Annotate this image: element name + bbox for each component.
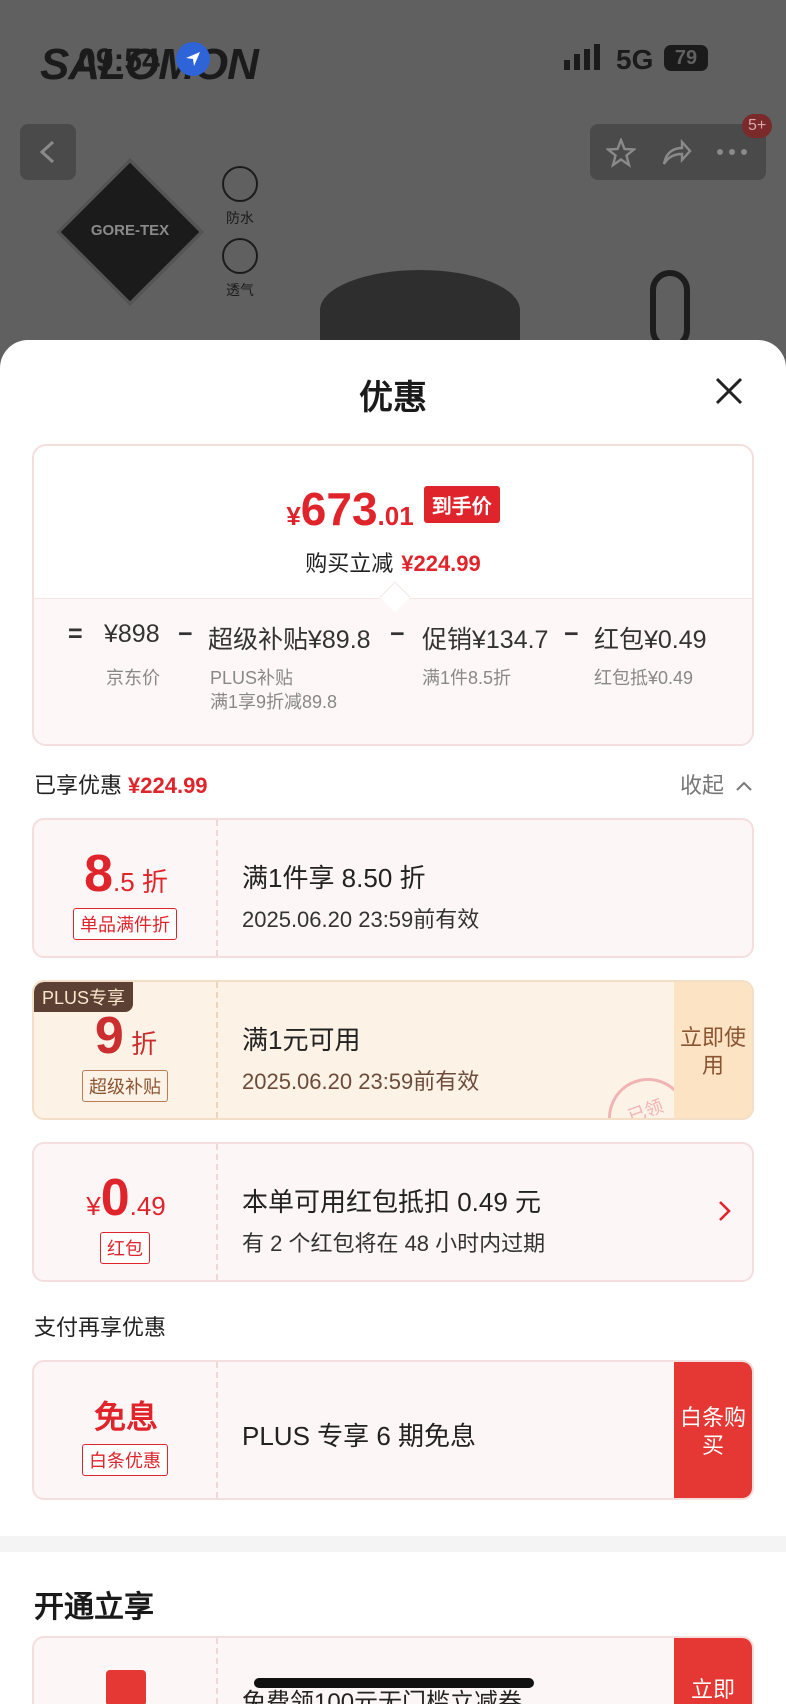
enjoyed-label: 已享优惠 xyxy=(34,773,123,798)
coupon-amount: 9 折 xyxy=(34,1006,218,1066)
formula-base-price: ¥898 xyxy=(104,620,160,648)
subsidy-sub-1: PLUS补贴 xyxy=(210,668,294,688)
price-summary-card: ¥673.01 到手价 购买立减 ¥224.99 = ¥898 − 超级补贴¥89.… xyxy=(32,444,754,746)
chevron-up-icon xyxy=(736,781,752,791)
sheet-title: 优惠 xyxy=(359,379,427,417)
final-price-tag: 到手价 xyxy=(423,486,500,523)
baitiao-buy-button[interactable]: 白条购买 xyxy=(674,1362,752,1498)
breathable-icon xyxy=(222,238,258,274)
subsidy-sub-2: 满1享9折减89.8 xyxy=(210,692,338,712)
coupon-type-tag: 白条优惠 xyxy=(82,1444,168,1476)
coupon-value-area xyxy=(34,1638,218,1704)
star-icon[interactable] xyxy=(606,138,636,168)
formula-minus-3: − xyxy=(564,620,579,648)
gift-icon xyxy=(106,1670,146,1704)
coupon-amount: 免息 xyxy=(34,1392,218,1438)
base-price-label: 京东价 xyxy=(106,668,160,688)
more-icon[interactable] xyxy=(716,148,748,156)
coupon-expiry: 2025.06.20 23:59前有效 xyxy=(242,907,480,932)
coupon-value-area: 免息 白条优惠 xyxy=(34,1362,218,1498)
feature-waterproof-label: 防水 xyxy=(226,210,254,226)
product-image-loop xyxy=(650,270,690,350)
reduction-label: 购买立减 xyxy=(305,551,394,576)
pay-section-title: 支付再享优惠 xyxy=(34,1315,167,1340)
coupon-value-area: 8.5 折 单品满件折 xyxy=(34,820,218,956)
open-now-button[interactable]: 立即 xyxy=(674,1638,752,1704)
formula-promotion: 促销¥134.7 xyxy=(422,626,549,654)
goretex-label: GORE-TEX xyxy=(90,222,170,239)
coupon-amount-big: 免息 xyxy=(93,1399,158,1435)
chevron-right-icon[interactable] xyxy=(718,1200,732,1222)
product-image xyxy=(320,270,520,350)
formula-super-subsidy: 超级补贴¥89.8 xyxy=(208,626,371,654)
formula-equals: = xyxy=(68,620,83,648)
coupon-type-tag: 单品满件折 xyxy=(73,908,177,940)
coupon-amount: ¥0.49 xyxy=(34,1168,218,1228)
section-divider xyxy=(0,1536,786,1552)
coupon-amount-small: .5 折 xyxy=(113,867,168,897)
coupon-single-item-discount[interactable]: 8.5 折 单品满件折 满1件享 8.50 折 2025.06.20 23:59… xyxy=(32,818,754,958)
home-indicator xyxy=(254,1678,534,1688)
coupon-condition: 满1件享 8.50 折 xyxy=(242,863,426,893)
open-section-title: 开通立享 xyxy=(34,1591,154,1624)
coupon-amount-prefix: ¥ xyxy=(86,1191,101,1221)
collapse-button[interactable]: 收起 xyxy=(680,768,752,800)
feature-breathable-label: 透气 xyxy=(226,282,254,298)
close-icon[interactable] xyxy=(712,374,746,408)
battery-icon: 79 xyxy=(664,45,708,71)
notification-badge: 5+ xyxy=(742,114,773,138)
reduction-amount: ¥224.99 xyxy=(401,551,481,576)
status-time: 09:54 xyxy=(78,42,160,78)
coupon-condition: 本单可用红包抵扣 0.49 元 xyxy=(242,1187,542,1217)
formula-minus-1: − xyxy=(178,620,193,648)
top-action-bar xyxy=(590,124,766,180)
coupon-amount-big: 9 xyxy=(94,1007,124,1065)
coupon-amount-big: 0 xyxy=(100,1169,130,1227)
water-drop-icon xyxy=(222,166,258,202)
coupon-type-tag: 红包 xyxy=(100,1232,150,1264)
network-label: 5G xyxy=(616,44,654,75)
location-icon xyxy=(176,42,210,76)
enjoyed-amount: ¥224.99 xyxy=(128,773,208,798)
red-packet-sub: 红包抵¥0.49 xyxy=(594,668,694,688)
coupon-baitiao-interest-free: 免息 白条优惠 PLUS 专享 6 期免息 白条购买 xyxy=(32,1360,754,1500)
share-icon[interactable] xyxy=(660,138,692,168)
price-currency: ¥ xyxy=(286,501,301,531)
coupon-red-packet[interactable]: ¥0.49 红包 本单可用红包抵扣 0.49 元 有 2 个红包将在 48 小时… xyxy=(32,1142,754,1282)
coupon-amount: 8.5 折 xyxy=(34,844,218,904)
use-now-button[interactable]: 立即使用 xyxy=(674,982,752,1118)
coupon-expiry: 有 2 个红包将在 48 小时内过期 xyxy=(242,1231,546,1256)
enjoyed-discount-header: 已享优惠 ¥224.99 xyxy=(34,768,208,800)
coupon-value-area: ¥0.49 红包 xyxy=(34,1144,218,1280)
coupon-amount-big: 8 xyxy=(84,845,113,903)
coupon-open-plus: 免费领100元无门槛立减券 立即 xyxy=(32,1636,754,1704)
coupon-type-tag: 超级补贴 xyxy=(82,1070,168,1102)
formula-minus-2: − xyxy=(390,620,405,648)
back-button[interactable] xyxy=(20,124,76,180)
signal-icon xyxy=(564,44,604,77)
plus-exclusive-badge: PLUS专享 xyxy=(34,982,134,1012)
feature-breathable: 透气 xyxy=(220,238,260,300)
price-integer: 673 xyxy=(300,483,378,535)
purchase-reduction: 购买立减 ¥224.99 xyxy=(34,546,752,578)
feature-waterproof: 防水 xyxy=(220,166,260,228)
coupon-condition: 满1元可用 xyxy=(242,1025,361,1055)
price-decimal: .01 xyxy=(377,501,414,531)
discount-sheet: 优惠 ¥673.01 到手价 购买立减 ¥224.99 = ¥898 − 超级补贴¥… xyxy=(0,340,786,1704)
final-price: ¥673.01 到手价 xyxy=(34,482,752,536)
coupon-condition: PLUS 专享 6 期免息 xyxy=(242,1421,477,1451)
coupon-amount-small: .49 xyxy=(129,1191,166,1221)
coupon-amount-small: 折 xyxy=(123,1029,158,1059)
promotion-sub: 满1件8.5折 xyxy=(422,668,512,688)
coupon-plus-super-subsidy: 9 折 超级补贴 PLUS专享 满1元可用 2025.06.20 23:59前有… xyxy=(32,980,754,1120)
collapse-label: 收起 xyxy=(680,773,725,798)
price-formula: = ¥898 − 超级补贴¥89.8 − 促销¥134.7 − 红包¥0.49 xyxy=(34,620,752,660)
coupon-expiry: 2025.06.20 23:59前有效 xyxy=(242,1069,480,1094)
formula-red-packet: 红包¥0.49 xyxy=(594,626,707,654)
